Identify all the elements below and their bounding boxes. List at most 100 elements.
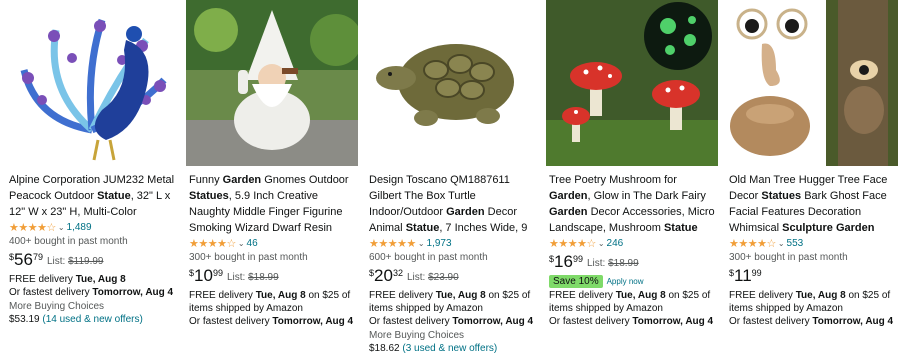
delivery-date: Tue, Aug 8 <box>615 290 666 301</box>
chevron-down-icon[interactable]: ⌄ <box>238 239 245 248</box>
title-segment: Garden <box>549 190 588 202</box>
delivery-info: FREE delivery Tue, Aug 8 on $25 of items… <box>369 289 537 315</box>
title-segment: Statues <box>189 190 229 202</box>
fastest-date: Tomorrow, Aug 4 <box>452 316 534 327</box>
rating-row[interactable]: ★★★★☆ ⌄ 1,489 <box>9 220 177 235</box>
price-fraction: 32 <box>392 268 403 278</box>
delivery-prefix: FREE delivery <box>189 290 256 301</box>
fastest-date: Tomorrow, Aug 4 <box>812 316 894 327</box>
price-whole: 16 <box>554 252 573 271</box>
price-fraction: 99 <box>572 254 583 264</box>
fastest-delivery: Or fastest delivery Tomorrow, Aug 4 <box>729 315 897 328</box>
fastest-delivery: Or fastest delivery Tomorrow, Aug 4 <box>549 315 717 328</box>
title-segment: Statue <box>663 222 698 234</box>
product-title[interactable]: Design Toscano QM1887611 Gilbert The Box… <box>369 172 537 236</box>
title-segment: Funny <box>189 174 223 186</box>
list-price: List: $18.99 <box>587 253 639 275</box>
chevron-down-icon[interactable]: ⌄ <box>778 239 785 248</box>
chevron-down-icon[interactable]: ⌄ <box>58 223 65 232</box>
star-rating-icon: ★★★★☆ <box>189 238 236 250</box>
delivery-info: FREE delivery Tue, Aug 8 <box>9 273 177 286</box>
rating-row[interactable]: ★★★★★ ⌄ 1,973 <box>369 236 537 251</box>
save-coupon: Save 10% Apply now <box>549 275 717 288</box>
chevron-down-icon[interactable]: ⌄ <box>598 239 605 248</box>
rating-count[interactable]: 246 <box>607 238 624 249</box>
rating-row[interactable]: ★★★★☆ ⌄ 553 <box>729 236 897 251</box>
delivery-date: Tue, Aug 8 <box>255 290 306 301</box>
chevron-down-icon[interactable]: ⌄ <box>418 239 425 248</box>
delivery-date: Tue, Aug 8 <box>795 290 846 301</box>
product-image-turtle[interactable] <box>366 0 538 166</box>
list-price: List: $119.99 <box>47 251 104 273</box>
rating-count[interactable]: 553 <box>787 238 804 249</box>
delivery-prefix: FREE delivery <box>729 290 796 301</box>
price-fraction: 79 <box>32 252 43 262</box>
list-price-value: $18.99 <box>248 272 279 283</box>
product-title[interactable]: Old Man Tree Hugger Tree Face Decor Stat… <box>729 172 897 236</box>
price-whole: 56 <box>14 250 33 269</box>
fastest-delivery: Or fastest delivery Tomorrow, Aug 4 <box>9 286 177 299</box>
bought-in-past-month: 400+ bought in past month <box>9 236 128 247</box>
offers-link[interactable]: (3 used & new offers) <box>402 343 497 354</box>
product-image-peacock[interactable] <box>6 0 178 166</box>
offers-link[interactable]: (14 used & new offers) <box>42 314 142 325</box>
price[interactable]: $ 56 79 List: $119.99 <box>9 251 177 273</box>
title-segment: Statue <box>405 222 440 234</box>
rating-count[interactable]: 1,973 <box>427 238 452 249</box>
rating-row[interactable]: ★★★★☆ ⌄ 46 <box>189 236 357 251</box>
title-segment: Garden <box>222 174 262 186</box>
rating-row[interactable]: ★★★★☆ ⌄ 246 <box>549 236 717 251</box>
title-segment: Gnomes Outdoor <box>261 174 349 186</box>
price-whole: 10 <box>194 266 213 285</box>
star-rating-icon: ★★★★★ <box>369 238 416 250</box>
product-card[interactable]: Funny Garden Gnomes Outdoor Statues, 5.9… <box>186 0 358 354</box>
title-segment: , Glow in The Dark Fairy <box>587 190 706 202</box>
fastest-delivery: Or fastest delivery Tomorrow, Aug 4 <box>369 315 537 328</box>
fastest-prefix: Or fastest delivery <box>549 316 633 327</box>
list-price-value: $23.90 <box>428 272 459 283</box>
delivery-date: Tue, Aug 8 <box>435 290 486 301</box>
list-price: List: $23.90 <box>407 267 459 289</box>
price[interactable]: $ 16 99 List: $18.99 <box>549 253 717 275</box>
title-segment: Statue <box>97 190 131 202</box>
fastest-prefix: Or fastest delivery <box>9 287 93 298</box>
product-title[interactable]: Funny Garden Gnomes Outdoor Statues, 5.9… <box>189 172 357 236</box>
apply-now-link[interactable]: Apply now <box>607 277 644 286</box>
price[interactable]: $ 11 99 <box>729 267 897 289</box>
fastest-date: Tomorrow, Aug 4 <box>272 316 354 327</box>
price[interactable]: $ 20 32 List: $23.90 <box>369 267 537 289</box>
bought-in-past-month: 600+ bought in past month <box>369 252 488 263</box>
list-label: List: <box>406 272 429 283</box>
product-image-mushroom[interactable] <box>546 0 718 166</box>
price[interactable]: $ 10 99 List: $18.99 <box>189 267 357 289</box>
offers: $53.19 (14 used & new offers) <box>9 313 177 326</box>
star-rating-icon: ★★★★☆ <box>729 238 776 250</box>
star-rating-icon: ★★★★☆ <box>549 238 596 250</box>
list-price-value: $119.99 <box>68 256 104 267</box>
fastest-delivery: Or fastest delivery Tomorrow, Aug 4 <box>189 315 357 328</box>
title-segment: Tree Poetry Mushroom for <box>549 174 677 186</box>
rating-count[interactable]: 1,489 <box>67 222 92 233</box>
product-title[interactable]: Alpine Corporation JUM232 Metal Peacock … <box>9 172 177 220</box>
product-title[interactable]: Tree Poetry Mushroom for Garden, Glow in… <box>549 172 717 236</box>
price-fraction: 99 <box>751 268 762 278</box>
product-image-gnome[interactable] <box>186 0 358 166</box>
title-segment: Garden <box>549 206 588 218</box>
price-fraction: 99 <box>212 268 223 278</box>
product-card[interactable]: Design Toscano QM1887611 Gilbert The Box… <box>366 0 538 354</box>
rating-count[interactable]: 46 <box>247 238 258 249</box>
delivery-prefix: FREE delivery <box>9 274 76 285</box>
product-card[interactable]: Old Man Tree Hugger Tree Face Decor Stat… <box>726 0 898 354</box>
offer-price: $53.19 <box>9 314 40 325</box>
delivery-prefix: FREE delivery <box>369 290 436 301</box>
product-card[interactable]: Tree Poetry Mushroom for Garden, Glow in… <box>546 0 718 354</box>
fastest-prefix: Or fastest delivery <box>189 316 273 327</box>
list-label: List: <box>46 256 69 267</box>
title-segment: Garden <box>446 206 485 218</box>
list-label: List: <box>226 272 249 283</box>
list-label: List: <box>586 258 609 269</box>
star-rating-icon: ★★★★☆ <box>9 222 56 234</box>
price-whole: 11 <box>734 266 752 285</box>
product-image-tree-face[interactable] <box>726 0 898 166</box>
product-card[interactable]: Alpine Corporation JUM232 Metal Peacock … <box>6 0 178 354</box>
